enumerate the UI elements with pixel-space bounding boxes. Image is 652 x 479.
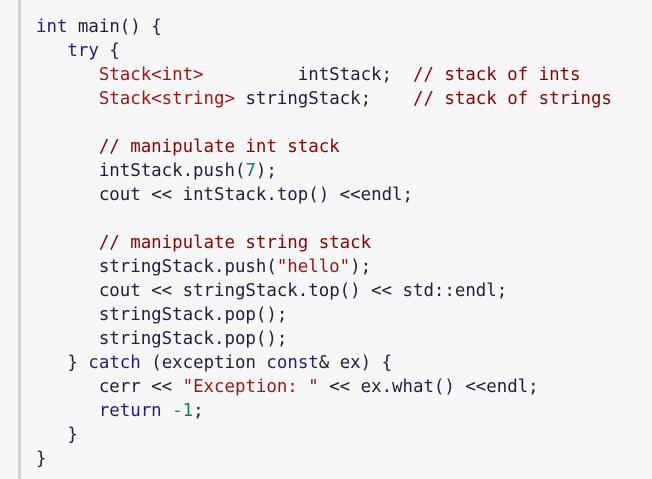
code-comment: // manipulate int stack xyxy=(98,137,340,157)
code-keyword: int xyxy=(36,17,68,37)
code-token: } xyxy=(67,353,78,373)
code-line: // manipulate string stack xyxy=(36,231,612,255)
code-line: intStack.push(7); xyxy=(36,159,612,183)
code-number: -1 xyxy=(172,401,194,421)
code-line: } xyxy=(36,447,612,471)
code-token: << xyxy=(360,281,403,301)
code-panel: int main() { try { Stack<int> intStack; … xyxy=(0,0,652,479)
code-token: << xyxy=(454,377,487,397)
code-keyword: catch xyxy=(88,353,141,373)
code-token: cout xyxy=(98,281,141,301)
code-comment: // manipulate string stack xyxy=(98,233,372,253)
code-token: } xyxy=(67,425,78,445)
code-token: intStack.top() xyxy=(182,185,330,205)
code-type: Stack<string> xyxy=(98,89,235,109)
code-token: << xyxy=(140,377,183,397)
code-token: << xyxy=(318,377,361,397)
code-keyword: const xyxy=(266,353,319,373)
code-token: stringStack; xyxy=(245,89,372,109)
code-token: { xyxy=(151,17,162,37)
code-token: () xyxy=(119,17,141,37)
code-line: } xyxy=(36,423,612,447)
code-token: stringStack.push( xyxy=(98,257,277,277)
code-token: cerr xyxy=(98,377,141,397)
code-comment: // stack of strings xyxy=(412,89,612,109)
code-line: cout << intStack.top() <<endl; xyxy=(36,183,612,207)
code-string: "hello" xyxy=(276,257,351,277)
code-number: 7 xyxy=(245,161,256,181)
code-line: int main() { xyxy=(36,15,612,39)
code-line: stringStack.push("hello"); xyxy=(36,255,612,279)
code-line: return -1; xyxy=(36,399,612,423)
code-type: Stack<int> xyxy=(98,65,204,85)
code-token: std::endl; xyxy=(402,281,508,301)
code-line: Stack<string> stringStack; // stack of s… xyxy=(36,87,612,111)
code-keyword: return xyxy=(98,401,162,421)
code-token: ; xyxy=(193,401,204,421)
code-token: cout xyxy=(98,185,141,205)
code-token: << xyxy=(329,185,361,205)
code-token: intStack.push( xyxy=(98,161,246,181)
code-line: cerr << "Exception: " << ex.what() <<end… xyxy=(36,375,612,399)
code-line: stringStack.pop(); xyxy=(36,327,612,351)
code-token: & ex) { xyxy=(318,353,393,373)
code-token: endl; xyxy=(486,377,539,397)
code-gutter-border xyxy=(18,0,21,479)
code-token: { xyxy=(109,41,120,61)
code-comment: // stack of ints xyxy=(412,65,581,85)
code-token: stringStack.pop(); xyxy=(98,305,288,325)
code-token: } xyxy=(36,449,47,469)
code-token: (exception xyxy=(151,353,267,373)
code-line: try { xyxy=(36,39,612,63)
code-token: stringStack.top() xyxy=(182,281,361,301)
code-block: int main() { try { Stack<int> intStack; … xyxy=(36,15,612,471)
code-token: main xyxy=(77,17,120,37)
code-token: endl; xyxy=(360,185,413,205)
code-token: ex.what() xyxy=(360,377,455,397)
code-line: cout << stringStack.top() << std::endl; xyxy=(36,279,612,303)
code-token: ); xyxy=(350,257,372,277)
code-token: << xyxy=(140,185,183,205)
code-string: "Exception: " xyxy=(182,377,319,397)
code-keyword: try xyxy=(67,41,99,61)
code-token: ); xyxy=(255,161,277,181)
code-token: intStack; xyxy=(297,65,392,85)
code-line: } catch (exception const& ex) { xyxy=(36,351,612,375)
code-token: << xyxy=(140,281,183,301)
code-line: stringStack.pop(); xyxy=(36,303,612,327)
code-line: // manipulate int stack xyxy=(36,135,612,159)
code-line: Stack<int> intStack; // stack of ints xyxy=(36,63,612,87)
code-token: stringStack.pop(); xyxy=(98,329,288,349)
